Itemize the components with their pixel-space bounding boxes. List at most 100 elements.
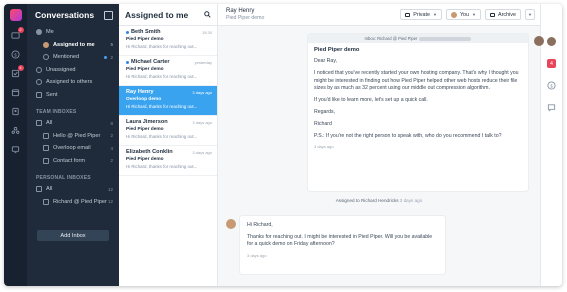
conversation-preview: Hi Richard, thanks for reaching out... bbox=[126, 103, 198, 109]
sidebar-item-assigned-to-others[interactable]: Assigned to others bbox=[27, 76, 119, 89]
sidebar-item-hello-pied-piper[interactable]: Hello @ Pied Piper 2 bbox=[27, 130, 119, 143]
conversation-header: Ray Henry Pied Piper demo Private ▼ You … bbox=[218, 4, 540, 26]
email-message: Inbox: Richard @ Pied Piper Pied Piper d… bbox=[308, 34, 528, 191]
conversation-name: Beth Smith bbox=[131, 29, 161, 35]
chevron-down-icon: ▼ bbox=[432, 12, 437, 17]
assignee-label: You bbox=[459, 11, 470, 18]
mail-icon bbox=[43, 132, 49, 139]
reply-message: Hi Richard, Thanks for reaching out. I m… bbox=[240, 216, 445, 274]
visibility-dropdown[interactable]: Private ▼ bbox=[400, 9, 442, 20]
conversation-item[interactable]: Beth Smith 15:30 Pied Piper demo Hi Richa… bbox=[119, 26, 217, 56]
sidebar-item-count: 2 bbox=[110, 133, 113, 139]
inbox-icon bbox=[36, 186, 42, 193]
inbox-icon[interactable]: 2 bbox=[11, 27, 24, 40]
email-subject: Pied Piper demo bbox=[314, 47, 360, 53]
conversation-name: Ray Henry bbox=[126, 89, 154, 95]
archive-icon bbox=[490, 12, 496, 17]
sidebar-item-contact-form[interactable]: Contact form 2 bbox=[27, 155, 119, 168]
conversation-time: 3 days ago bbox=[192, 89, 212, 95]
conversation-item-selected[interactable]: Ray Henry 3 days ago Overloop demo Hi Ric… bbox=[119, 86, 217, 116]
sidebar-item-label: Assigned to me bbox=[53, 41, 95, 48]
sidebar-item-label: Sent bbox=[46, 91, 58, 98]
conversation-item[interactable]: Elizabeth Conklin 3 days ago Pied Piper d… bbox=[119, 146, 217, 176]
inbox-label: Inbox: Richard @ Pied Piper bbox=[364, 36, 418, 41]
sidebar-item-mentioned[interactable]: Mentioned 2 bbox=[27, 51, 119, 64]
conversation-subject: Pied Piper demo bbox=[126, 37, 164, 42]
sidebar-item-richard-pied-piper[interactable]: Richard @ Pied Piper 12 bbox=[27, 196, 119, 209]
conversation-preview: Hi Richard, thanks for reaching out... bbox=[126, 73, 198, 79]
contact-name: Ray Henry bbox=[226, 8, 255, 14]
email-signature: Richard bbox=[314, 120, 332, 127]
dollar-icon[interactable]: $ bbox=[547, 81, 556, 90]
sidebar-item-overloop-email[interactable]: Overloop email 4 bbox=[27, 142, 119, 155]
sidebar-item-unassigned[interactable]: Unassigned bbox=[27, 64, 119, 77]
conversation-time: yesterday bbox=[194, 59, 212, 65]
tasks-icon[interactable]: 4 bbox=[11, 65, 24, 78]
sidebar-item-label: Assigned to others bbox=[46, 79, 93, 86]
avatar bbox=[534, 36, 544, 46]
sidebar-item-count: 5 bbox=[110, 42, 113, 48]
avatar[interactable] bbox=[547, 37, 556, 46]
reports-icon[interactable] bbox=[11, 144, 21, 154]
more-options-button[interactable]: ▼ bbox=[525, 9, 535, 20]
sidebar-item-assigned-to-me[interactable]: Assigned to me 5 bbox=[27, 39, 119, 52]
sidebar-item-count: 12 bbox=[107, 186, 113, 192]
email-regards: Regards, bbox=[314, 108, 336, 115]
assignment-event: Assigned to Richard Hendricks 3 days ago bbox=[218, 198, 540, 203]
app-logo[interactable] bbox=[9, 9, 22, 21]
lock-icon bbox=[405, 12, 411, 17]
sidebar-item-label: Overloop email bbox=[53, 145, 91, 152]
chevron-down-icon: ▼ bbox=[472, 12, 477, 17]
app-rail: 2 $ 4 bbox=[4, 4, 27, 286]
sidebar-item-label: All bbox=[46, 120, 53, 127]
chat-icon[interactable] bbox=[547, 103, 556, 112]
contacts-icon[interactable] bbox=[11, 106, 21, 116]
email-ps: P.S.: If you're not the right person to … bbox=[314, 132, 502, 139]
conversation-item[interactable]: Laura Jimerson 3 days ago Pied Piper demo… bbox=[119, 116, 217, 146]
mail-icon bbox=[43, 198, 49, 205]
inbox-badge: 2 bbox=[17, 27, 24, 33]
sidebar-item-label: Hello @ Pied Piper bbox=[53, 132, 101, 139]
reply-time: 3 days ago bbox=[247, 252, 267, 258]
sidebar-item-label: All bbox=[46, 186, 53, 193]
conversation-view: Ray Henry Pied Piper demo Private ▼ You … bbox=[218, 4, 544, 286]
calendar-icon[interactable] bbox=[11, 87, 21, 97]
unread-dot bbox=[126, 30, 129, 34]
list-title: Assigned to me bbox=[125, 9, 189, 20]
sidebar-section-me[interactable]: Me bbox=[27, 26, 119, 39]
unassigned-icon bbox=[36, 66, 42, 73]
conversation-name: Laura Jimerson bbox=[126, 119, 168, 125]
sidebar-item-personal-all[interactable]: All 12 bbox=[27, 183, 119, 196]
assignee-dropdown[interactable]: You ▼ bbox=[445, 9, 482, 20]
add-inbox-button[interactable]: Add Inbox bbox=[37, 230, 109, 241]
team-icon[interactable] bbox=[11, 125, 21, 135]
conversation-subject: Pied Piper demo bbox=[226, 15, 265, 21]
sidebar-item-label: Me bbox=[46, 29, 54, 36]
search-icon[interactable] bbox=[204, 11, 211, 18]
email-paragraph: If you'd like to learn more, let's set u… bbox=[314, 97, 428, 104]
sidebar-item-count: 2 bbox=[110, 158, 113, 164]
sidebar-item-count: 2 bbox=[110, 54, 113, 60]
inbox-icon bbox=[36, 120, 42, 127]
sidebar-item-label: Mentioned bbox=[53, 54, 80, 61]
email-inbox-meta: Inbox: Richard @ Pied Piper bbox=[308, 34, 528, 43]
archive-button[interactable]: Archive bbox=[485, 9, 521, 20]
dollar-icon[interactable]: $ bbox=[11, 49, 21, 59]
sidebar-item-label: Richard @ Pied Piper bbox=[53, 198, 107, 205]
conversation-subject: Pied Piper demo bbox=[126, 157, 164, 162]
svg-text:$: $ bbox=[14, 52, 17, 57]
sidebar-item-sent[interactable]: Sent bbox=[27, 89, 119, 102]
unread-dot bbox=[104, 55, 108, 59]
conversation-item[interactable]: Michael Carter yesterday Pied Piper demo … bbox=[119, 56, 217, 86]
compose-icon[interactable] bbox=[104, 10, 113, 20]
integration-icon[interactable]: 4 bbox=[547, 59, 556, 68]
users-icon bbox=[36, 79, 42, 86]
conversation-time: 3 days ago bbox=[192, 149, 212, 155]
conversation-preview: Hi Richard, thanks for reaching out... bbox=[126, 133, 198, 139]
unread-dot bbox=[126, 60, 129, 64]
svg-text:$: $ bbox=[550, 83, 553, 88]
at-icon bbox=[43, 54, 49, 61]
sidebar-item-team-all[interactable]: All 8 bbox=[27, 117, 119, 130]
user-icon bbox=[36, 29, 42, 36]
tasks-badge: 4 bbox=[17, 65, 24, 71]
